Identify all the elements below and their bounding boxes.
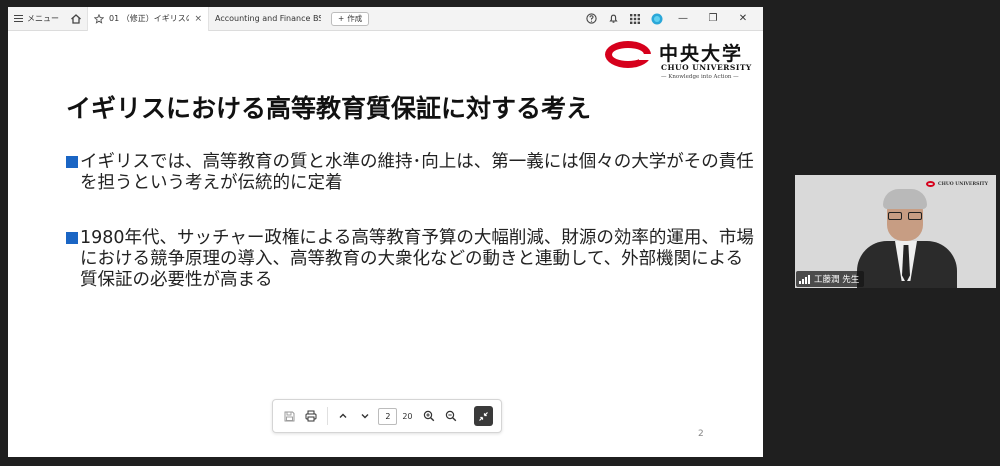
logo-ring-icon <box>926 181 936 187</box>
slide-title: イギリスにおける高等教育質保証に対する考え <box>66 94 592 123</box>
create-button[interactable]: + 作成 <box>331 11 370 26</box>
glasses-shape <box>888 212 922 220</box>
logo-tagline: — Knowledge into Action — <box>661 74 739 80</box>
video-background-logo: CHUO UNIVERSITY <box>926 181 988 187</box>
bullet-item: イギリスでは、高等教育の質と水準の維持･向上は、第一義には個々の大学がその責任を… <box>66 152 756 194</box>
bell-icon[interactable] <box>607 13 619 25</box>
home-icon <box>71 13 81 24</box>
menu-button[interactable]: メニュー <box>8 7 65 31</box>
toolbar-divider <box>326 407 328 425</box>
print-icon <box>305 410 317 422</box>
participant-video-tile[interactable]: CHUO UNIVERSITY 工藤潤 先生 <box>795 175 996 288</box>
minimize-button[interactable]: — <box>673 13 693 24</box>
slide-canvas: 中央大学 CHUO UNIVERSITY — Knowledge into Ac… <box>8 31 763 457</box>
close-icon[interactable]: × <box>194 14 202 24</box>
titlebar-actions: — ❐ ✕ <box>585 13 763 25</box>
save-icon <box>284 411 295 421</box>
restore-button[interactable]: ❐ <box>703 13 723 24</box>
plus-icon: + <box>338 14 345 23</box>
previous-page-button[interactable] <box>335 407 352 425</box>
chevron-down-icon <box>361 414 369 419</box>
signal-strength-icon <box>799 274 810 284</box>
fit-page-button[interactable] <box>474 406 493 426</box>
zoom-out-button[interactable] <box>442 407 459 425</box>
hamburger-icon <box>14 15 23 22</box>
bullet-item: 1980年代、サッチャー政権による高等教育予算の大幅削減、財源の効率的運用、市場… <box>66 228 756 291</box>
zoom-in-icon <box>423 410 435 422</box>
apps-grid-icon[interactable] <box>629 13 641 25</box>
chevron-up-icon <box>339 413 347 418</box>
menu-label: メニュー <box>27 14 59 23</box>
square-bullet-icon <box>66 232 78 244</box>
save-button[interactable] <box>281 407 298 425</box>
tab-active-document[interactable]: 01 （修正）イギリスの... × <box>87 6 209 31</box>
participant-name-badge: 工藤潤 先生 <box>796 271 865 287</box>
browser-tab-bar: メニュー 01 （修正）イギリスの... × Accounting and Fi… <box>8 6 763 31</box>
video-logo-text: CHUO UNIVERSITY <box>938 181 988 187</box>
logo-name-en: CHUO UNIVERSITY <box>661 63 752 72</box>
zoom-out-icon <box>445 410 457 422</box>
participant-name: 工藤潤 先生 <box>814 275 860 285</box>
help-icon[interactable] <box>585 13 597 25</box>
participant-video <box>857 189 973 288</box>
logo-name-jp: 中央大学 <box>659 43 744 65</box>
tab-title: 01 （修正）イギリスの... <box>109 14 189 23</box>
close-window-button[interactable]: ✕ <box>733 13 753 24</box>
page-total: 20 <box>402 411 413 421</box>
home-button[interactable] <box>65 7 87 31</box>
zoom-in-button[interactable] <box>421 407 438 425</box>
fit-page-icon <box>479 411 489 421</box>
tab-title: Accounting and Finance BSc... <box>215 14 321 23</box>
next-page-button[interactable] <box>357 407 374 425</box>
tab-accounting-finance[interactable]: Accounting and Finance BSc... <box>209 7 327 31</box>
create-label: 作成 <box>347 14 363 23</box>
presentation-window: メニュー 01 （修正）イギリスの... × Accounting and Fi… <box>8 6 763 457</box>
square-bullet-icon <box>66 156 78 168</box>
pdf-toolbar: 2 20 <box>272 399 502 433</box>
logo-ring-icon <box>605 41 653 68</box>
profile-avatar-icon[interactable] <box>651 13 663 25</box>
slide-page-number: 2 <box>698 429 704 439</box>
chuo-university-logo: 中央大学 CHUO UNIVERSITY — Knowledge into Ac… <box>605 37 755 89</box>
page-number-input[interactable]: 2 <box>378 407 398 425</box>
bullet-text: 1980年代、サッチャー政権による高等教育予算の大幅削減、財源の効率的運用、市場… <box>80 228 754 290</box>
print-button[interactable] <box>303 407 320 425</box>
hair-shape <box>883 189 927 209</box>
bullet-text: イギリスでは、高等教育の質と水準の維持･向上は、第一義には個々の大学がその責任を… <box>80 152 754 193</box>
star-icon[interactable] <box>94 13 104 24</box>
